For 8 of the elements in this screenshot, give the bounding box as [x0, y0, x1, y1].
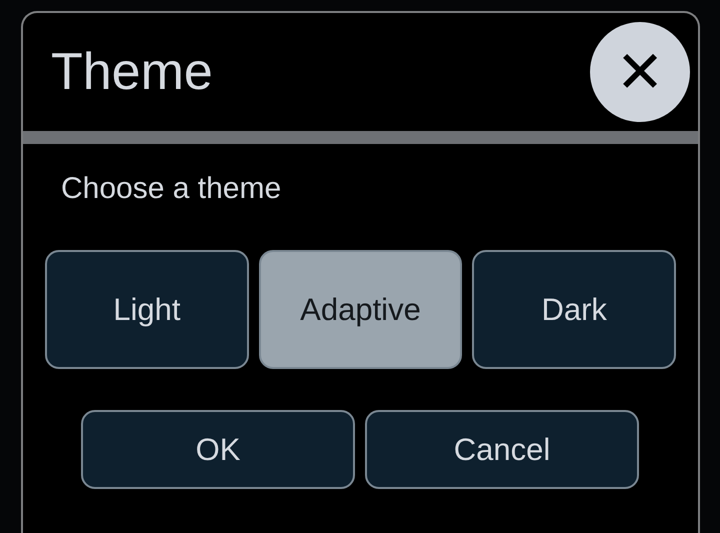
close-button[interactable]: ✕	[590, 22, 690, 122]
ok-button[interactable]: OK	[81, 410, 355, 489]
dialog-title: Theme	[51, 42, 213, 102]
theme-option[interactable]: Adaptive	[258, 250, 462, 369]
cancel-button[interactable]: Cancel	[365, 410, 639, 489]
prompt-text: Choose a theme	[60, 171, 282, 206]
theme-option[interactable]: Dark	[472, 250, 676, 369]
theme-option[interactable]: Light	[45, 250, 249, 369]
